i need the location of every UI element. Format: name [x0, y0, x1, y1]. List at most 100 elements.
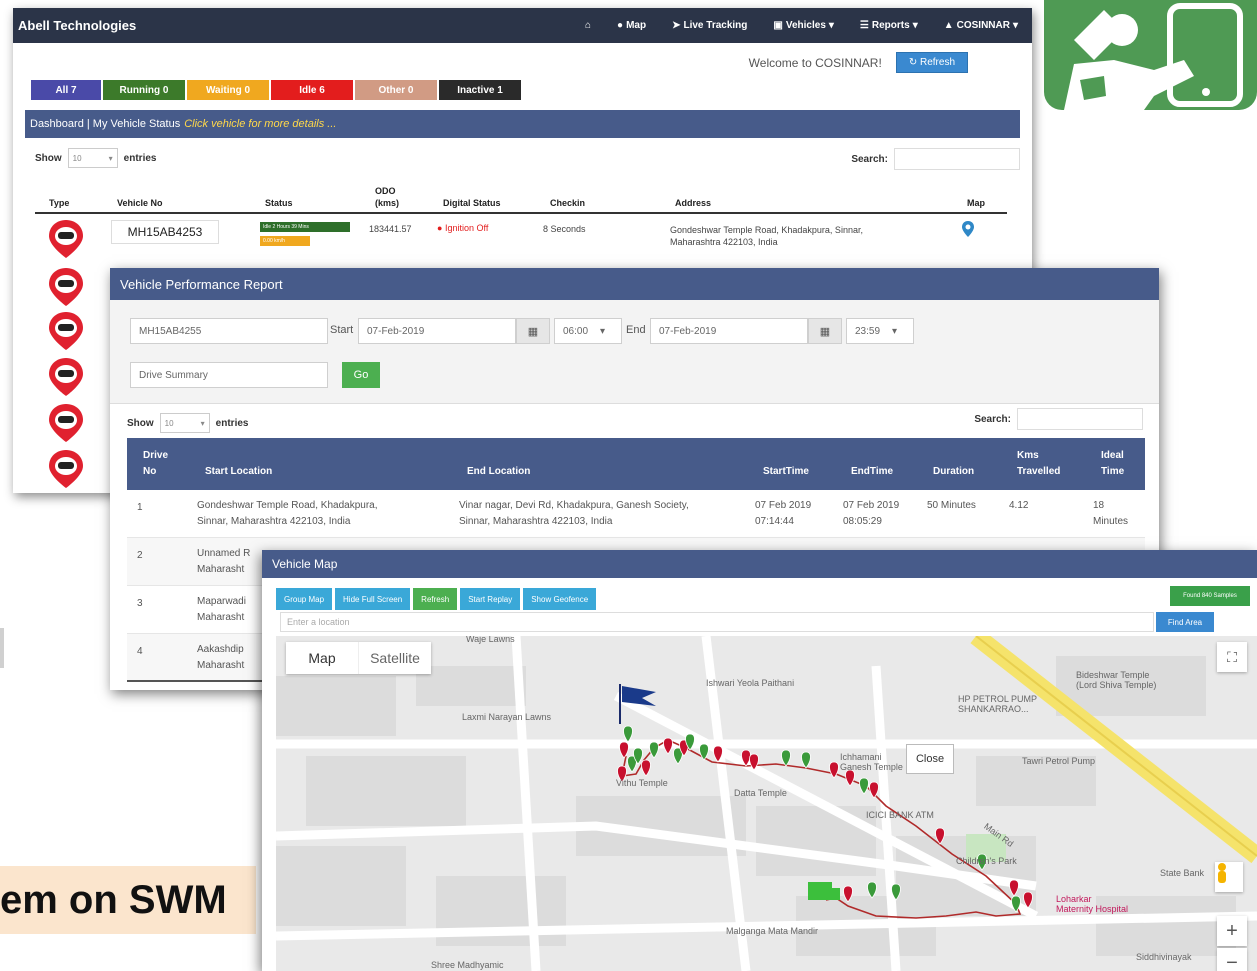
welcome-row: Welcome to COSINNAR! ↻ Refresh [749, 52, 968, 73]
start-calendar-button[interactable]: ▦ [516, 318, 550, 344]
end-label: End [626, 324, 646, 336]
fullscreen-button[interactable]: ⛶ [1217, 642, 1247, 672]
table-row[interactable]: MH15AB4253 Idle 2 Hours 39 Mins 0.00 km/… [35, 216, 1007, 256]
show-geofence-button[interactable]: Show Geofence [523, 588, 597, 610]
drive-no: 2 [137, 550, 143, 561]
entries-select[interactable]: 10 ▾ [159, 413, 210, 433]
col-map[interactable]: Map [967, 198, 985, 208]
nav-vehicles[interactable]: ▣ Vehicles ▾ [773, 20, 834, 31]
green-marker-icon[interactable] [801, 751, 811, 769]
col-digital-status[interactable]: Digital Status [443, 198, 501, 208]
zoom-in-button[interactable]: + [1217, 916, 1247, 946]
end-date: 07 Feb 2019 [843, 500, 900, 511]
green-marker-icon[interactable] [781, 749, 791, 767]
red-marker-icon[interactable] [845, 769, 855, 787]
nav-reports[interactable]: ☰ Reports ▾ [860, 20, 918, 31]
table-row[interactable]: 1 Gondeshwar Temple Road, Khadakpura, Si… [127, 490, 1145, 538]
place-hp-petrol: HP PETROL PUMP SHANKARRAO... [958, 694, 1037, 714]
vehicle-select[interactable]: MH15AB4255 [130, 318, 328, 344]
green-marker-icon[interactable] [867, 881, 877, 899]
nav-home[interactable]: ⌂ [585, 20, 591, 31]
col-ideal[interactable]: Ideal [1101, 450, 1124, 461]
col-vehicle-no[interactable]: Vehicle No [117, 198, 163, 208]
start-location-l1: Gondeshwar Temple Road, Khadakpura, [197, 500, 378, 511]
panel-title: Dashboard | My Vehicle Status [30, 118, 181, 130]
end-date-input[interactable]: 07-Feb-2019 [650, 318, 808, 344]
start-location-l2: Maharasht [197, 612, 245, 623]
place-ichhamani: Ichhamani Ganesh Temple [840, 752, 903, 772]
map-pin-icon [962, 221, 974, 237]
col-duration[interactable]: Duration [933, 466, 974, 477]
find-area-button[interactable]: Find Area [1156, 612, 1214, 632]
nav-map[interactable]: ● Map [617, 20, 646, 31]
nav-user[interactable]: ▲ COSINNAR ▾ [944, 20, 1018, 31]
report-type-select[interactable]: Drive Summary [130, 362, 328, 388]
col-kms[interactable]: Kms [1017, 450, 1039, 461]
digital-status-label: Ignition Off [444, 223, 489, 233]
badge-all[interactable]: All 7 [31, 80, 101, 100]
start-time-select[interactable]: 06:00 ▾ [554, 318, 622, 344]
green-marker-icon[interactable] [859, 777, 869, 795]
map-canvas[interactable]: Map Satellite ⛶ Close + − Waje Lawns Ish… [276, 636, 1257, 971]
badge-running[interactable]: Running 0 [103, 80, 185, 100]
close-popup-button[interactable]: Close [906, 744, 954, 774]
refresh-button[interactable]: ↻ Refresh [895, 52, 968, 73]
col-drive-no: No [143, 466, 157, 477]
start-replay-button[interactable]: Start Replay [460, 588, 521, 610]
location-input[interactable]: Enter a location [280, 612, 1154, 632]
entries-select[interactable]: 10 ▾ [67, 148, 118, 168]
green-marker-icon[interactable] [649, 741, 659, 759]
start-date-input[interactable]: 07-Feb-2019 [358, 318, 516, 344]
red-marker-icon[interactable] [619, 741, 629, 759]
search-input[interactable] [1017, 408, 1143, 430]
search-area: Search: [974, 408, 1143, 430]
found-samples-button[interactable]: Found 840 Samples [1170, 586, 1250, 606]
show-label: Show [35, 152, 62, 164]
hide-full-screen-button[interactable]: Hide Full Screen [335, 588, 411, 610]
end-time-select[interactable]: 23:59 ▾ [846, 318, 914, 344]
map-toolbar: Group Map Hide Full Screen Refresh Start… [276, 588, 597, 610]
map-tab[interactable]: Map [286, 642, 358, 674]
ideal-value: 18 [1093, 500, 1105, 511]
map-type-toggle[interactable]: Map Satellite [286, 642, 431, 674]
badge-idle[interactable]: Idle 6 [271, 80, 353, 100]
col-kms-travelled: Travelled [1017, 466, 1061, 477]
col-end-location[interactable]: End Location [467, 466, 530, 477]
end-calendar-button[interactable]: ▦ [808, 318, 842, 344]
badge-other[interactable]: Other 0 [355, 80, 437, 100]
col-starttime[interactable]: StartTime [763, 466, 809, 477]
badge-inactive[interactable]: Inactive 1 [439, 80, 521, 100]
satellite-tab[interactable]: Satellite [358, 642, 431, 674]
street-view-button[interactable] [1215, 862, 1243, 892]
badge-waiting[interactable]: Waiting 0 [187, 80, 269, 100]
search-input[interactable] [894, 148, 1020, 170]
col-status[interactable]: Status [265, 198, 293, 208]
zoom-out-button[interactable]: − [1217, 948, 1247, 971]
vehicle-number[interactable]: MH15AB4253 [111, 220, 219, 244]
red-marker-icon[interactable] [663, 737, 673, 755]
green-marker-icon[interactable] [699, 743, 709, 761]
nav-live-tracking[interactable]: ➤ Live Tracking [672, 20, 747, 31]
go-button[interactable]: Go [342, 362, 380, 388]
col-start-location[interactable]: Start Location [205, 466, 272, 477]
red-marker-icon[interactable] [869, 781, 879, 799]
map-refresh-button[interactable]: Refresh [413, 588, 458, 610]
col-type[interactable]: Type [49, 198, 69, 208]
plus-icon: + [1226, 919, 1238, 942]
calendar-icon: ▦ [819, 325, 831, 338]
caret-down-icon: ▾ [892, 325, 898, 337]
col-drive[interactable]: Drive [143, 450, 168, 461]
red-marker-icon[interactable] [829, 761, 839, 779]
col-address[interactable]: Address [675, 198, 711, 208]
col-odo[interactable]: ODO [375, 186, 396, 196]
report-form [110, 300, 1159, 404]
group-map-button[interactable]: Group Map [276, 588, 333, 610]
map-pin-button[interactable] [961, 220, 975, 240]
start-location-l1: Maparwadi [197, 596, 246, 607]
red-marker-icon[interactable] [641, 759, 651, 777]
search-area: Search: [851, 148, 1020, 170]
drive-no: 4 [137, 646, 143, 657]
col-checkin[interactable]: Checkin [550, 198, 585, 208]
col-endtime[interactable]: EndTime [851, 466, 893, 477]
app-logo [1044, 0, 1257, 110]
